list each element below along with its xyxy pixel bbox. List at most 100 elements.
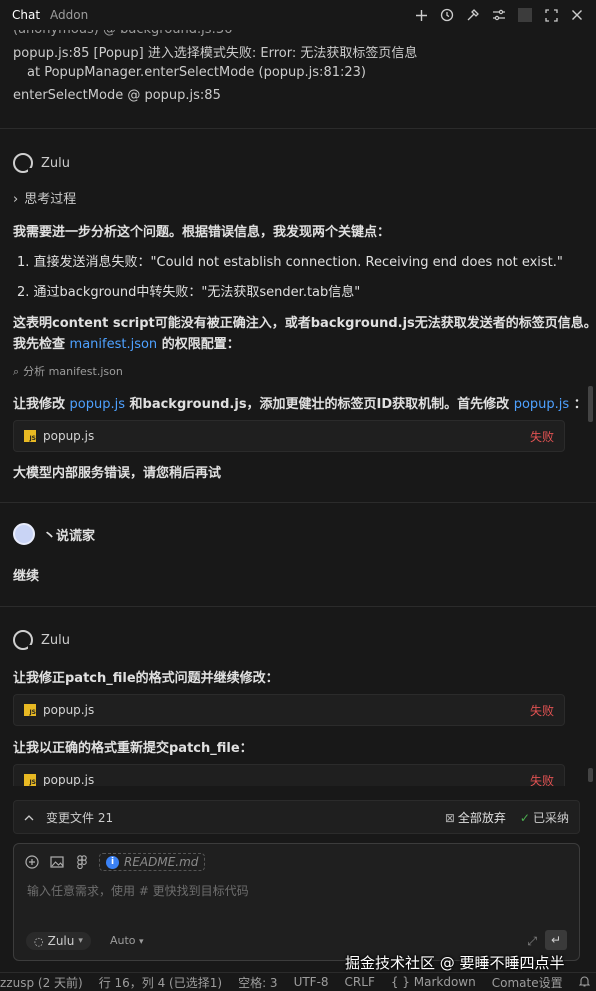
chevron-down-icon: ▾ <box>78 936 83 946</box>
add-context-icon[interactable] <box>24 855 39 870</box>
context-chip-label: README.md <box>124 855 199 869</box>
avatar <box>13 523 35 545</box>
file-name: popup.js <box>43 429 95 443</box>
status-badge: 失败 <box>529 429 554 444</box>
author-name: Zulu <box>41 632 70 648</box>
paragraph: 让我修正patch_file的格式问题并继续修改： <box>13 671 279 686</box>
chat-transcript[interactable]: (anonymous) @ background.js:36 popup.js:… <box>0 22 596 786</box>
chevron-down-icon: ▾ <box>139 937 144 947</box>
context-chip[interactable]: i README.md <box>99 853 206 871</box>
status-cursor-position[interactable]: 行 16，列 4 (已选择1) <box>99 974 222 991</box>
file-link[interactable]: popup.js <box>514 397 569 412</box>
status-language[interactable]: { } Markdown <box>391 975 476 989</box>
text: 让我修改 <box>13 397 70 412</box>
discard-icon: ⊠ <box>444 810 455 825</box>
status-eol[interactable]: CRLF <box>345 975 375 989</box>
user-message: 继续 <box>13 569 40 584</box>
thinking-toggle[interactable]: › 思考过程 <box>13 188 76 207</box>
file-card[interactable]: JS popup.js 失败 <box>13 764 565 786</box>
js-file-icon: JS <box>24 704 36 716</box>
mode-selector[interactable]: Auto ▾ <box>110 934 144 947</box>
scrollbar-thumb[interactable] <box>588 768 593 782</box>
file-card[interactable]: JS popup.js 失败 <box>13 420 565 452</box>
analysis-step: ⌕ 分析 manifest.json <box>13 363 123 379</box>
tools-icon[interactable] <box>466 8 480 22</box>
discard-all-button[interactable]: ⊠ 全部放弃 <box>445 809 506 826</box>
list-item: 1. 直接发送消息失败："Could not establish connect… <box>17 255 563 270</box>
discard-label: 全部放弃 <box>457 810 506 825</box>
zulu-logo-icon <box>13 153 34 174</box>
log-line: enterSelectMode @ popup.js:85 <box>13 88 221 103</box>
paragraph: 这表明content script可能没有被正确注入，或者background.… <box>13 316 596 331</box>
author-name: 丶说谎家 <box>43 528 96 544</box>
model-label: Zulu <box>47 934 75 948</box>
chat-topbar: Chat Addon <box>0 0 596 30</box>
plus-icon[interactable] <box>414 8 428 22</box>
paragraph: 让我以正确的格式重新提交patch_file： <box>13 741 253 756</box>
message-divider <box>0 606 596 607</box>
tab-chat[interactable]: Chat <box>12 8 40 22</box>
js-file-icon: JS <box>24 774 36 786</box>
status-badge: 失败 <box>529 703 554 718</box>
text: 的权限配置： <box>157 337 240 352</box>
changed-files-label: 变更文件 21 <box>46 810 114 825</box>
list-item: 2. 通过background中转失败："无法获取sender.tab信息" <box>17 285 361 300</box>
text: 我先检查 <box>13 337 70 352</box>
text: 和background.js，添加更健壮的标签页ID获取机制。首先修改 <box>125 397 514 412</box>
close-icon[interactable] <box>570 8 584 22</box>
author-name: Zulu <box>41 155 70 171</box>
file-name: popup.js <box>43 773 95 786</box>
file-link[interactable]: popup.js <box>70 397 125 412</box>
error-message: 大模型内部服务错误，请您稍后再试 <box>13 466 222 481</box>
tab-addon[interactable]: Addon <box>50 8 88 22</box>
chat-input-placeholder[interactable]: 输入任意需求，使用 # 更快找到目标代码 <box>27 882 249 899</box>
zulu-small-icon: ◌ <box>34 934 44 948</box>
mode-label: Auto <box>110 934 136 947</box>
accept-label: 已采纳 <box>532 810 569 825</box>
check-icon: ✓ <box>519 810 530 825</box>
figma-icon[interactable] <box>74 855 89 870</box>
status-extension[interactable]: Comate设置 <box>492 974 563 991</box>
analysis-label: 分析 manifest.json <box>23 365 123 378</box>
bell-icon[interactable] <box>578 975 590 990</box>
divider <box>518 8 532 22</box>
text: ： <box>569 397 587 412</box>
watermark: 掘金技术社区 @ 要睡不睡四点半 <box>345 954 565 972</box>
paragraph: 我先检查 manifest.json 的权限配置： <box>13 333 240 352</box>
scrollbar-thumb[interactable] <box>588 386 593 422</box>
accepted-button[interactable]: ✓ 已采纳 <box>520 809 569 826</box>
settings-sliders-icon[interactable] <box>492 8 506 22</box>
js-file-icon: JS <box>24 430 36 442</box>
chevron-up-icon[interactable] <box>24 810 34 824</box>
image-icon[interactable] <box>49 855 64 870</box>
status-encoding[interactable]: UTF-8 <box>294 975 329 989</box>
paragraph: 我需要进一步分析这个问题。根据错误信息，我发现两个关键点： <box>13 225 391 240</box>
chat-input-box[interactable]: i README.md 输入任意需求，使用 # 更快找到目标代码 ◌ Zulu … <box>13 843 580 961</box>
file-name: popup.js <box>43 703 95 717</box>
status-branch[interactable]: zzusp (2 天前) <box>0 974 83 991</box>
status-bar: zzusp (2 天前) 行 16，列 4 (已选择1) 空格: 3 UTF-8… <box>0 972 596 991</box>
search-icon: ⌕ <box>13 365 20 378</box>
paragraph: 让我修改 popup.js 和background.js，添加更健壮的标签页ID… <box>13 393 587 412</box>
expand-icon[interactable]: ⤢ <box>527 934 537 949</box>
file-card[interactable]: JS popup.js 失败 <box>13 694 565 726</box>
log-line: popup.js:85 [Popup] 进入选择模式失败: Error: 无法获… <box>13 46 418 61</box>
message-header: 丶说谎家 <box>13 523 95 545</box>
log-line: at PopupManager.enterSelectMode (popup.j… <box>27 65 366 80</box>
zulu-logo-icon <box>13 630 34 651</box>
status-badge: 失败 <box>529 773 554 787</box>
message-header: Zulu <box>13 153 70 174</box>
message-header: Zulu <box>13 630 70 651</box>
message-divider <box>0 502 596 503</box>
chevron-right-icon: › <box>13 192 19 207</box>
file-link[interactable]: manifest.json <box>70 337 158 352</box>
thinking-label: 思考过程 <box>24 192 77 207</box>
history-icon[interactable] <box>440 8 454 22</box>
info-icon: i <box>106 855 119 869</box>
send-button[interactable]: ↵ <box>545 930 567 950</box>
message-divider <box>0 128 596 129</box>
maximize-icon[interactable] <box>544 8 558 22</box>
changed-files-bar[interactable]: 变更文件 21 ⊠ 全部放弃 ✓ 已采纳 <box>13 800 580 834</box>
status-indentation[interactable]: 空格: 3 <box>238 974 278 991</box>
model-selector[interactable]: ◌ Zulu ▾ <box>26 932 91 950</box>
